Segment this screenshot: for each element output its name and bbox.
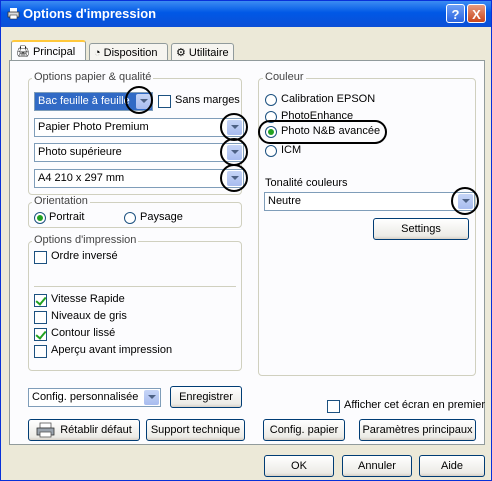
smooth-edge-checkbox[interactable] xyxy=(34,328,47,341)
print-preview-label: Aperçu avant impression xyxy=(51,344,173,356)
high-speed-label: Vitesse Rapide xyxy=(51,293,125,305)
highlight-circle xyxy=(125,86,153,114)
paper-config-button[interactable]: Config. papier xyxy=(263,419,345,441)
high-speed-checkbox[interactable] xyxy=(34,294,47,307)
close-button[interactable]: X xyxy=(467,4,486,23)
color-tone-value: Neutre xyxy=(268,195,302,207)
highlight-circle xyxy=(220,164,248,192)
printer-reset-icon xyxy=(36,422,55,438)
main-settings-button[interactable]: Paramètres principaux xyxy=(359,419,476,441)
paper-size-select[interactable]: A4 210 x 297 mm xyxy=(34,169,244,188)
tab-label: Utilitaire xyxy=(188,46,229,59)
highlight-circle xyxy=(258,120,387,144)
cancel-button[interactable]: Annuler xyxy=(342,455,412,477)
portrait-label: Portrait xyxy=(49,211,85,223)
grayscale-label: Niveaux de gris xyxy=(51,310,127,322)
icm-label: ICM xyxy=(281,144,302,156)
media-type-select[interactable]: Papier Photo Premium xyxy=(34,118,244,137)
show-first-label: Afficher cet écran en premier xyxy=(344,399,486,411)
media-type-value: Papier Photo Premium xyxy=(38,121,149,133)
layout-icon: ◔ xyxy=(94,46,101,59)
tab-label: Principal xyxy=(32,45,76,58)
chevron-down-icon[interactable] xyxy=(144,390,159,405)
title-bar[interactable]: Options d'impression ? X xyxy=(1,1,491,27)
printer-icon xyxy=(7,8,20,20)
tab-utilitaire[interactable]: ⚙ Utilitaire xyxy=(171,43,234,61)
help-button[interactable]: Aide xyxy=(419,455,485,477)
paper-source-value: Bac feuille à feuille xyxy=(38,95,130,107)
quality-value: Photo supérieure xyxy=(38,146,122,158)
tab-principal[interactable]: 🖨 Principal xyxy=(11,40,86,61)
print-preview-checkbox[interactable] xyxy=(34,345,47,358)
print-options-dialog: Options d'impression ? X 🖨 Principal ◔ D… xyxy=(0,0,492,481)
ok-button[interactable]: OK xyxy=(264,455,334,477)
technical-support-button[interactable]: Support technique xyxy=(146,419,245,441)
settings-button[interactable]: Settings xyxy=(373,218,469,240)
highlight-circle xyxy=(220,138,248,166)
tab-disposition[interactable]: ◔ Disposition xyxy=(89,43,168,61)
smooth-edge-label: Contour lissé xyxy=(51,327,116,339)
borderless-label: Sans marges xyxy=(175,94,240,106)
reset-defaults-button[interactable]: Rétablir défaut xyxy=(28,419,140,441)
separator xyxy=(34,286,236,287)
window-title: Options d'impression xyxy=(23,6,157,21)
utility-icon: ⚙ xyxy=(176,47,186,59)
group-title: Options papier & qualité xyxy=(32,71,154,83)
custom-settings-select[interactable]: Config. personnalisée xyxy=(28,388,161,407)
portrait-radio[interactable] xyxy=(34,212,46,224)
epson-calibration-label: Calibration EPSON xyxy=(281,93,376,105)
landscape-label: Paysage xyxy=(140,211,183,223)
paper-size-value: A4 210 x 297 mm xyxy=(38,172,125,184)
quality-select[interactable]: Photo supérieure xyxy=(34,143,244,162)
custom-settings-value: Config. personnalisée xyxy=(32,391,139,403)
group-title: Options d'impression xyxy=(32,234,139,246)
highlight-circle xyxy=(220,113,248,141)
landscape-radio[interactable] xyxy=(124,212,136,224)
grayscale-checkbox[interactable] xyxy=(34,311,47,324)
save-settings-button[interactable]: Enregistrer xyxy=(170,386,242,408)
group-title: Couleur xyxy=(263,71,306,83)
borderless-checkbox[interactable] xyxy=(158,95,171,108)
reset-defaults-label: Rétablir défaut xyxy=(60,424,132,436)
show-first-checkbox[interactable] xyxy=(327,400,340,413)
reverse-order-label: Ordre inversé xyxy=(51,250,118,262)
icm-radio[interactable] xyxy=(265,145,277,157)
highlight-circle xyxy=(451,187,479,215)
printer-icon: 🖨 xyxy=(16,46,30,58)
color-tone-label: Tonalité couleurs xyxy=(265,177,348,189)
tab-label: Disposition xyxy=(103,46,158,59)
help-title-button[interactable]: ? xyxy=(446,4,465,23)
color-tone-select[interactable]: Neutre xyxy=(264,192,475,211)
epson-calibration-radio[interactable] xyxy=(265,94,277,106)
group-title: Orientation xyxy=(32,195,90,207)
reverse-order-checkbox[interactable] xyxy=(34,251,47,264)
